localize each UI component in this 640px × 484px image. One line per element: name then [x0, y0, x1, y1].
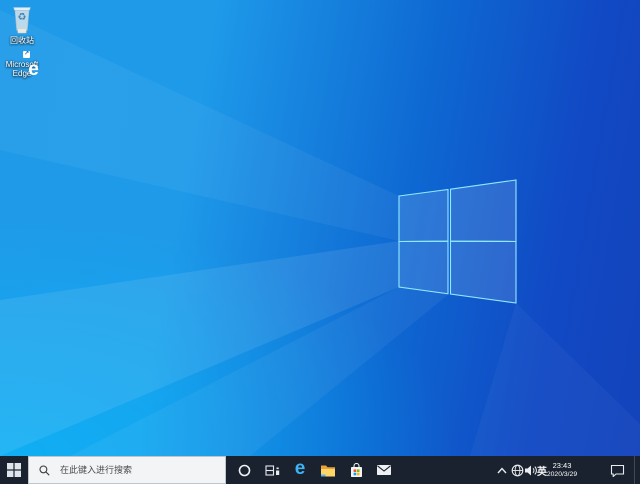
taskbar-search-box[interactable]	[28, 456, 226, 484]
tray-show-hidden-icons[interactable]	[495, 456, 509, 484]
svg-text:♻: ♻	[18, 12, 27, 23]
taskbar-button-file-explorer[interactable]	[314, 456, 342, 484]
taskbar-button-mail[interactable]	[370, 456, 398, 484]
task-view-icon	[265, 463, 280, 477]
search-input[interactable]	[58, 464, 225, 476]
clock-date: 2020/3/29	[547, 470, 577, 479]
show-desktop-button[interactable]	[634, 456, 640, 484]
edge-icon: e	[295, 460, 306, 478]
taskbar-button-task-view[interactable]	[258, 456, 286, 484]
taskbar-button-store[interactable]	[342, 456, 370, 484]
tray-clock[interactable]: 23:43 2020/3/29	[544, 456, 580, 484]
chevron-up-icon	[497, 467, 507, 474]
cortana-icon	[238, 464, 251, 477]
clock-time: 23:43	[553, 461, 572, 470]
start-button[interactable]	[0, 456, 28, 484]
file-explorer-icon	[320, 464, 336, 477]
recycle-bin-icon: ♻	[9, 3, 35, 35]
taskbar: e	[0, 456, 640, 484]
desktop-icon-microsoft-edge[interactable]: e ↗ Microsoft Edge	[0, 59, 44, 78]
windows-start-icon	[7, 463, 21, 477]
wallpaper-light-beams-and-logo	[0, 0, 640, 456]
windows-desktop: ♻ 回收站 e ↗ Microsoft Edge	[0, 0, 640, 484]
taskbar-button-edge[interactable]: e	[286, 456, 314, 484]
microsoft-store-icon	[349, 463, 364, 478]
desktop-icon-recycle-bin[interactable]: ♻ 回收站	[0, 3, 44, 45]
edge-e-glyph: e	[22, 58, 45, 81]
shortcut-arrow-icon: ↗	[23, 51, 30, 58]
search-icon	[39, 465, 50, 476]
action-center-button[interactable]	[606, 456, 628, 484]
desktop-wallpaper	[0, 0, 640, 456]
taskbar-button-cortana[interactable]	[230, 456, 258, 484]
recycle-bin-label: 回收站	[0, 36, 44, 45]
mail-icon	[376, 464, 392, 476]
action-center-icon	[610, 463, 625, 477]
